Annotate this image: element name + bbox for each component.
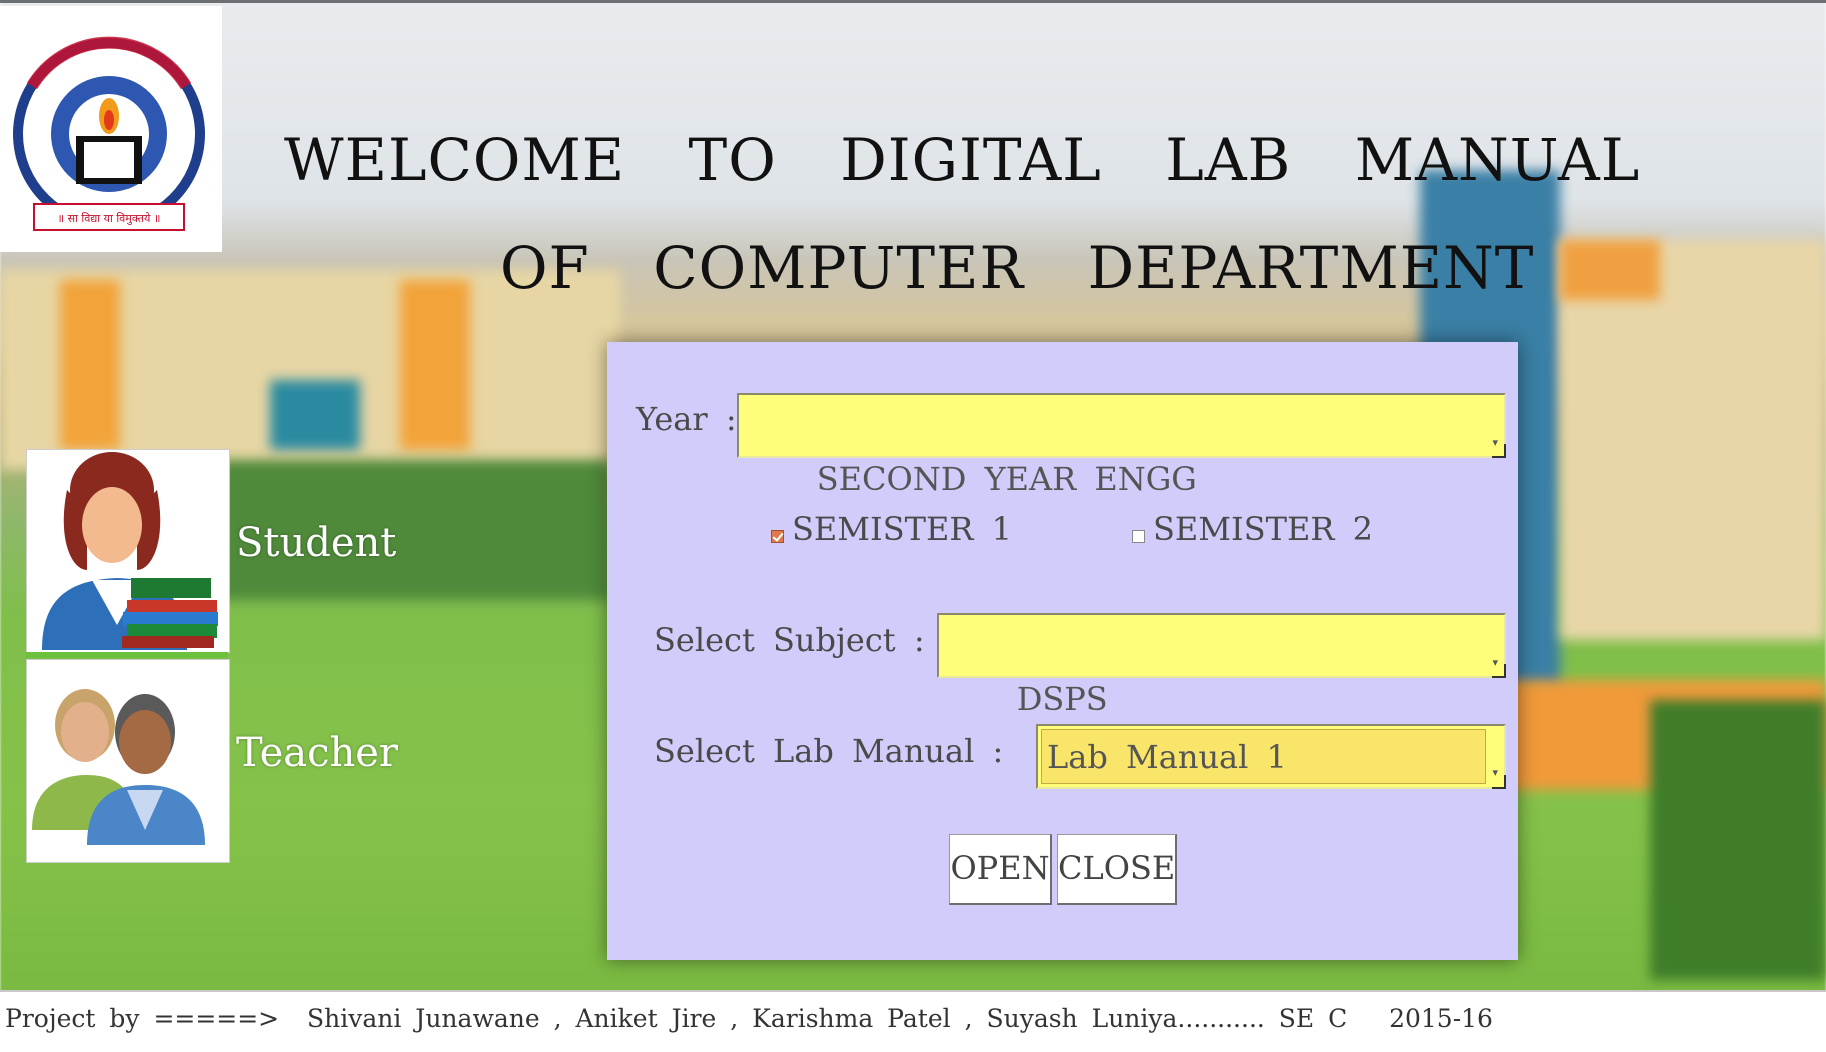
project-credits: Project by =====> Shivani Junawane , Ani…	[5, 1004, 1493, 1033]
subject-select-value: DSPS	[1016, 680, 1108, 718]
lab-manual-label: Select Lab Manual :	[654, 732, 1004, 770]
background-trees	[1650, 700, 1826, 980]
lab-manual-select[interactable]: Lab Manual 1 ▾	[1036, 724, 1506, 789]
background-building	[1560, 240, 1660, 300]
logo-motto: ॥ सा विद्या या विमुक्तये ॥	[57, 212, 160, 225]
student-button[interactable]	[26, 449, 230, 653]
open-button[interactable]: OPEN	[949, 834, 1052, 905]
background-building	[1560, 240, 1826, 640]
semester-2-checkbox[interactable]	[1132, 530, 1145, 543]
semester-1-checkbox[interactable]	[771, 530, 784, 543]
close-button[interactable]: CLOSE	[1057, 834, 1177, 905]
page-title-line-1: WELCOME TO DIGITAL LAB MANUAL	[284, 126, 1641, 194]
lab-manual-select-field[interactable]: Lab Manual 1	[1041, 729, 1486, 784]
background-building	[400, 280, 470, 450]
lab-manual-select-value: Lab Manual 1	[1047, 738, 1287, 776]
footer-bar: Project by =====> Shivani Junawane , Ani…	[0, 990, 1826, 1052]
teacher-avatar-icon	[32, 689, 205, 845]
year-select-value: SECOND YEAR ENGG	[816, 460, 1197, 498]
semester-1-label[interactable]: SEMISTER 1	[792, 510, 1012, 548]
subject-select[interactable]: DSPS ▾	[937, 613, 1506, 718]
page-title-line-2: OF COMPUTER DEPARTMENT	[500, 234, 1535, 302]
student-avatar-icon	[42, 452, 218, 650]
teacher-label[interactable]: Teacher	[236, 730, 398, 776]
background-building	[270, 380, 360, 450]
college-logo: ॥ सा विद्या या विमुक्तये ॥	[0, 6, 222, 252]
year-label: Year :	[636, 400, 737, 438]
subject-label: Select Subject :	[654, 621, 925, 659]
background-building	[60, 280, 120, 450]
dropdown-arrow-icon[interactable]: ▾	[1492, 634, 1498, 690]
college-logo-icon: ॥ सा विद्या या विमुक्तये ॥	[13, 36, 205, 231]
year-select[interactable]: SECOND YEAR ENGG ▾	[737, 393, 1506, 498]
student-label[interactable]: Student	[236, 520, 396, 566]
dropdown-arrow-icon[interactable]: ▾	[1492, 746, 1498, 800]
dropdown-arrow-icon[interactable]: ▾	[1492, 414, 1498, 470]
teacher-button[interactable]	[26, 659, 230, 863]
app-window: ॥ सा विद्या या विमुक्तये ॥ WELCOME TO DI…	[0, 0, 1826, 1052]
window-top-border	[0, 0, 1826, 3]
semester-2-label[interactable]: SEMISTER 2	[1153, 510, 1373, 548]
divider	[26, 652, 228, 658]
